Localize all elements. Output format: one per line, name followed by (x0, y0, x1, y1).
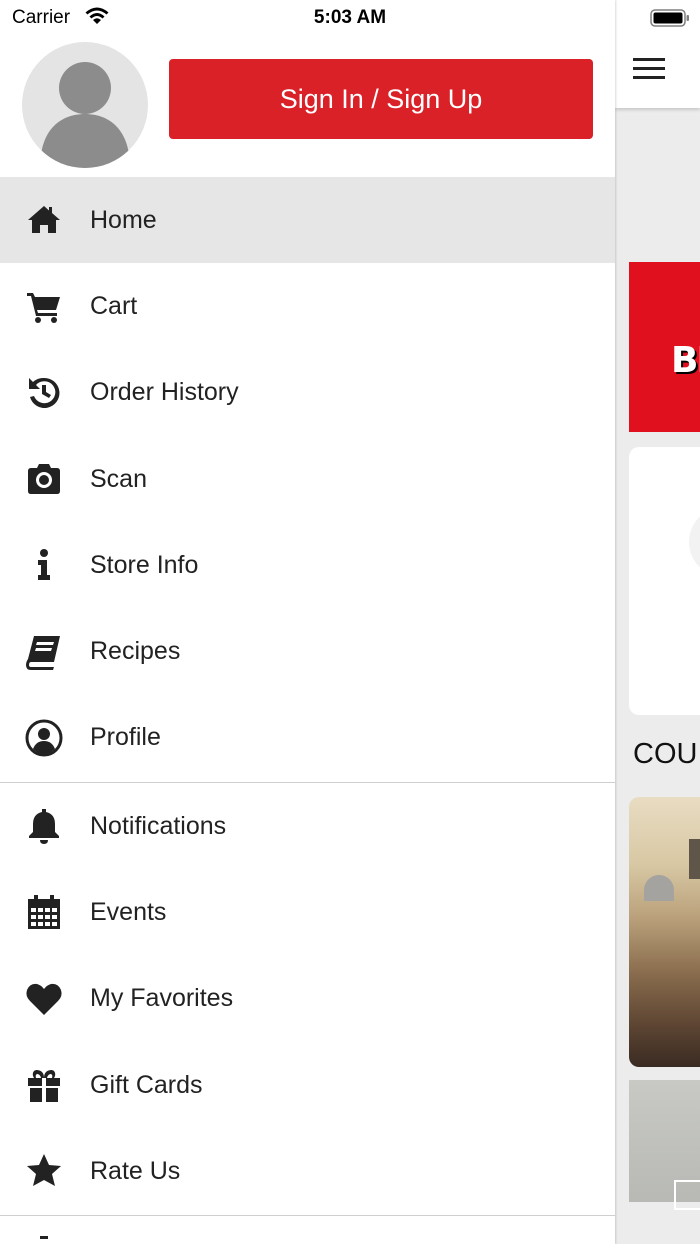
menu-label-home: Home (90, 205, 157, 234)
secondary-menu: Notifications Events My Favorites Gift C… (0, 782, 615, 1214)
menu-item-my-favorites[interactable]: My Favorites (0, 956, 615, 1042)
history-icon (22, 373, 66, 413)
coupon-photo[interactable] (629, 797, 700, 1067)
menu-label-recipes: Recipes (90, 637, 181, 666)
gift-icon (22, 1065, 66, 1105)
partial-next-icon (40, 1236, 48, 1239)
menu-item-cart[interactable]: Cart (0, 263, 615, 349)
menu-label-rate-us: Rate Us (90, 1156, 181, 1185)
promo-banner[interactable]: BI (629, 262, 700, 432)
coupon-photo-2[interactable] (629, 1080, 700, 1210)
photo-dome (644, 875, 674, 901)
status-bar: Carrier 5:03 AM (0, 0, 700, 40)
primary-menu: Home Cart Order History Scan Store Info (0, 177, 615, 781)
menu-divider (0, 1215, 615, 1216)
menu-label-profile: Profile (90, 723, 161, 752)
menu-label-scan: Scan (90, 464, 147, 493)
menu-label-gift-cards: Gift Cards (90, 1070, 203, 1099)
home-icon (22, 200, 66, 240)
battery-icon (650, 9, 689, 27)
menu-label-store-info: Store Info (90, 550, 199, 579)
clock-time: 5:03 AM (313, 7, 387, 28)
avatar[interactable] (22, 42, 148, 168)
menu-label-cart: Cart (90, 291, 138, 320)
person-silhouette-icon (40, 62, 130, 168)
menu-label-notifications: Notifications (90, 811, 227, 840)
camera-icon (22, 459, 66, 499)
star-icon (22, 1151, 66, 1191)
book-icon (22, 632, 66, 672)
card-circle (689, 507, 700, 577)
menu-item-home[interactable]: Home (0, 177, 615, 264)
bell-icon (22, 806, 66, 846)
menu-label-events: Events (90, 897, 167, 926)
sign-in-button[interactable]: Sign In / Sign Up (169, 59, 593, 139)
menu-item-scan[interactable]: Scan (0, 436, 615, 522)
menu-label-my-favorites: My Favorites (90, 984, 234, 1013)
menu-label-order-history: Order History (90, 378, 239, 407)
welcome-card[interactable]: W (629, 447, 700, 715)
menu-item-events[interactable]: Events (0, 869, 615, 955)
user-circle-icon (22, 718, 66, 758)
menu-item-store-info[interactable]: Store Info (0, 522, 615, 608)
photo-building (689, 839, 700, 879)
menu-item-recipes[interactable]: Recipes (0, 608, 615, 694)
navigation-drawer: Sign In / Sign Up Home Cart Order Histor… (0, 0, 615, 1244)
menu-item-order-history[interactable]: Order History (0, 350, 615, 436)
photo-frame (674, 1180, 700, 1210)
heart-icon (22, 979, 66, 1019)
menu-item-rate-us[interactable]: Rate Us (0, 1128, 615, 1214)
banner-logo-text: BI (671, 340, 700, 381)
hamburger-menu-icon[interactable] (633, 58, 665, 82)
section-title: COU (633, 738, 698, 770)
menu-item-gift-cards[interactable]: Gift Cards (0, 1042, 615, 1128)
cart-icon (22, 286, 66, 326)
main-screen: BI W COU (615, 0, 700, 1244)
menu-item-notifications[interactable]: Notifications (0, 783, 615, 869)
calendar-icon (22, 892, 66, 932)
menu-item-profile[interactable]: Profile (0, 695, 615, 781)
info-icon (22, 545, 66, 585)
